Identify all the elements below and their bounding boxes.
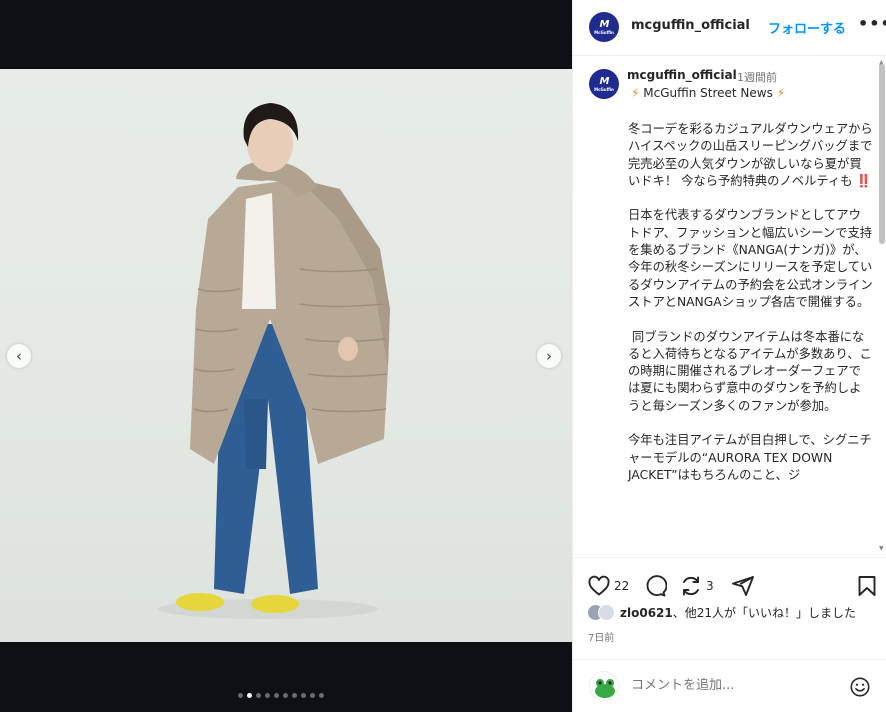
carousel-next-button[interactable]: › — [537, 344, 561, 368]
post-dialog: ‹ › M McGuffin mcguffin_official フォローする … — [0, 0, 886, 712]
likes-text: zlo0621、他21人が「いいね！」しました — [620, 604, 856, 621]
heart-icon — [588, 575, 610, 596]
caption-text: 冬コーデを彩るカジュアルダウンウェアからハイスペックの山岳スリーピングバッグまで… — [628, 122, 873, 482]
bookmark-icon — [858, 576, 876, 596]
comment-button[interactable] — [643, 574, 667, 598]
caption-scrollbar[interactable] — [879, 64, 885, 244]
caption-scroll-area[interactable]: M McGuffin mcguffin_official 1週間前 ⚡ McGu… — [573, 57, 886, 557]
emoji-picker-button[interactable] — [849, 676, 871, 702]
author-avatar[interactable]: M McGuffin — [589, 12, 619, 42]
frog-avatar-icon — [595, 679, 615, 698]
likes-summary[interactable]: zlo0621、他21人が「いいね！」しました — [587, 604, 856, 621]
carousel-dot[interactable] — [319, 693, 324, 698]
lightning-icon: ⚡ — [631, 86, 640, 100]
lightning-icon: ⚡ — [776, 86, 786, 100]
comment-icon — [646, 575, 667, 597]
avatar-logo-word: McGuffin — [594, 86, 614, 92]
post-photo[interactable] — [0, 69, 572, 642]
caption-username[interactable]: mcguffin_official — [627, 68, 737, 82]
caption-headline: ⚡ McGuffin Street News ⚡ — [631, 86, 785, 100]
liker-avatar[interactable] — [598, 604, 615, 621]
avatar-logo-mark: M — [599, 18, 610, 30]
carousel-dot[interactable] — [265, 693, 270, 698]
avatar-logo-word: McGuffin — [594, 29, 614, 35]
carousel-dot[interactable] — [256, 693, 261, 698]
more-options-icon[interactable]: ••• — [858, 14, 886, 33]
carousel-dot[interactable] — [274, 693, 279, 698]
caption-author-avatar[interactable]: M McGuffin — [589, 69, 619, 99]
carousel-dot[interactable] — [283, 693, 288, 698]
repost-count: 3 — [706, 579, 714, 593]
repost-button[interactable]: 3 — [679, 574, 714, 598]
author-username[interactable]: mcguffin_official — [631, 18, 750, 33]
carousel-dot[interactable] — [310, 693, 315, 698]
like-button[interactable]: 22 — [587, 574, 629, 598]
follow-button[interactable]: フォローする — [768, 18, 846, 37]
scroll-down-arrow-icon[interactable]: ▼ — [879, 545, 884, 552]
carousel-dot[interactable] — [238, 693, 243, 698]
post-header: M McGuffin mcguffin_official フォローする ••• — [573, 0, 886, 56]
carousel-dot[interactable] — [301, 693, 306, 698]
repost-icon — [683, 576, 699, 596]
share-icon — [732, 576, 754, 596]
avatar-logo-mark: M — [599, 75, 610, 87]
model-illustration — [158, 103, 390, 619]
carousel-dot[interactable] — [247, 693, 252, 698]
media-pane: ‹ › — [0, 0, 572, 712]
share-button[interactable] — [731, 574, 755, 598]
comment-input[interactable] — [631, 678, 841, 693]
carousel-dot[interactable] — [292, 693, 297, 698]
carousel-indicator — [238, 693, 324, 698]
save-button[interactable] — [855, 574, 879, 598]
likes-username[interactable]: zlo0621 — [620, 606, 673, 620]
comment-bar — [573, 659, 886, 712]
post-date[interactable]: 7日前 — [588, 629, 614, 644]
carousel-prev-button[interactable]: ‹ — [7, 344, 31, 368]
emoji-icon — [850, 677, 870, 697]
action-bar: 22 3 zlo0621、他21人が「いいね！」しました 7日前 — [573, 557, 886, 657]
caption-headline-text: McGuffin Street News — [643, 86, 773, 100]
chevron-left-icon: ‹ — [16, 347, 22, 365]
current-user-avatar — [589, 671, 619, 701]
like-count: 22 — [614, 579, 630, 593]
post-time[interactable]: 1週間前 — [737, 69, 777, 85]
chevron-right-icon: › — [546, 347, 552, 365]
post-sidebar: M McGuffin mcguffin_official フォローする ••• … — [572, 0, 886, 712]
likes-rest-text: 、他21人が「いいね！」しました — [672, 606, 857, 620]
